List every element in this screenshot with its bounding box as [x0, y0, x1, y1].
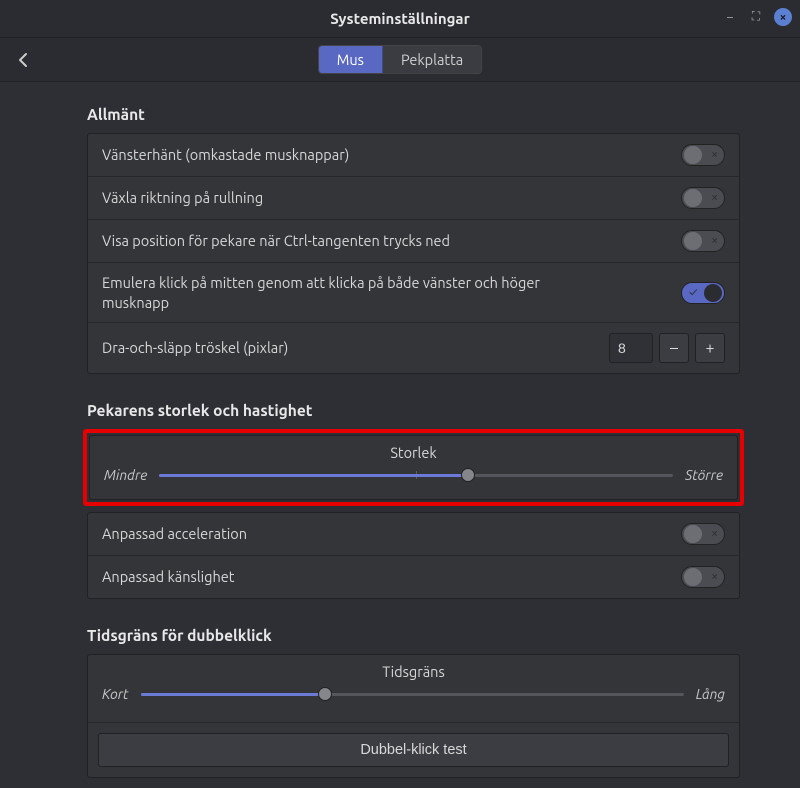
size-label-larger: Större [685, 467, 723, 483]
label-drag-threshold: Dra-och-släpp tröskel (pixlar) [102, 338, 609, 358]
content: Allmänt Vänsterhänt (omkastade musknappa… [0, 82, 800, 788]
tab-mouse[interactable]: Mus [319, 46, 383, 73]
window-title: Systeminställningar [330, 10, 470, 27]
toggle-custom-acceleration[interactable]: × [681, 523, 725, 545]
label-emulate-middle: Emulera klick på mitten genom att klicka… [102, 273, 542, 312]
size-slider-panel: Storlek Mindre Större [89, 435, 738, 500]
tab-touchpad[interactable]: Pekplatta [383, 46, 481, 73]
size-slider-title: Storlek [90, 436, 737, 465]
label-custom-acceleration: Anpassad acceleration [102, 524, 681, 544]
drag-threshold-input[interactable] [609, 333, 653, 363]
row-drag-threshold: Dra-och-släpp tröskel (pixlar) – + [88, 323, 739, 373]
doubleclick-panel: Tidsgräns Kort Lång Dubbel-klick test [87, 654, 740, 778]
arrow-left-icon [15, 51, 33, 69]
back-button[interactable] [12, 48, 36, 72]
maximize-button[interactable]: ⛶ [748, 9, 764, 25]
size-slider[interactable] [159, 465, 673, 485]
general-panel: Vänsterhänt (omkastade musknappar) × Väx… [87, 133, 740, 374]
label-show-pointer-ctrl: Visa position för pekare när Ctrl-tangen… [102, 231, 681, 251]
section-title-general: Allmänt [87, 106, 740, 123]
doubleclick-slider[interactable] [141, 684, 684, 704]
row-left-handed: Vänsterhänt (omkastade musknappar) × [88, 134, 739, 177]
close-button[interactable]: × [774, 8, 792, 26]
label-custom-sensitivity: Anpassad känslighet [102, 567, 681, 587]
doubleclick-slider-title: Tidsgräns [88, 655, 739, 684]
doubleclick-label-short: Kort [102, 686, 129, 702]
window-controls: – ⛶ × [722, 8, 792, 26]
doubleclick-test-row: Dubbel-klick test [88, 723, 739, 777]
highlight-annotation: Storlek Mindre Större [83, 429, 744, 506]
size-slider-row: Mindre Större [90, 465, 737, 499]
label-reverse-scroll: Växla riktning på rullning [102, 188, 681, 208]
pointer-options-panel: Anpassad acceleration × Anpassad känslig… [87, 512, 740, 599]
device-tabs: Mus Pekplatta [318, 45, 482, 74]
toggle-reverse-scroll[interactable]: × [681, 187, 725, 209]
row-emulate-middle: Emulera klick på mitten genom att klicka… [88, 263, 739, 323]
drag-threshold-decrement[interactable]: – [659, 333, 689, 363]
doubleclick-test-button[interactable]: Dubbel-klick test [98, 733, 729, 767]
doubleclick-slider-row: Kort Lång [88, 684, 739, 718]
drag-threshold-increment[interactable]: + [695, 333, 725, 363]
section-title-pointer: Pekarens storlek och hastighet [87, 402, 740, 419]
row-show-pointer-ctrl: Visa position för pekare när Ctrl-tangen… [88, 220, 739, 263]
section-title-doubleclick: Tidsgräns för dubbelklick [87, 627, 740, 644]
minimize-button[interactable]: – [722, 9, 738, 25]
toggle-show-pointer-ctrl[interactable]: × [681, 230, 725, 252]
row-reverse-scroll: Växla riktning på rullning × [88, 177, 739, 220]
row-custom-sensitivity: Anpassad känslighet × [88, 556, 739, 598]
toggle-custom-sensitivity[interactable]: × [681, 566, 725, 588]
row-custom-acceleration: Anpassad acceleration × [88, 513, 739, 556]
toggle-emulate-middle[interactable]: ✓ [681, 282, 725, 304]
size-label-smaller: Mindre [104, 467, 147, 483]
label-left-handed: Vänsterhänt (omkastade musknappar) [102, 145, 681, 165]
doubleclick-slider-panel: Tidsgräns Kort Lång [88, 655, 739, 723]
titlebar: Systeminställningar – ⛶ × [0, 0, 800, 38]
header: Mus Pekplatta [0, 38, 800, 82]
toggle-left-handed[interactable]: × [681, 144, 725, 166]
drag-threshold-stepper: – + [609, 333, 725, 363]
doubleclick-label-long: Lång [696, 686, 725, 702]
